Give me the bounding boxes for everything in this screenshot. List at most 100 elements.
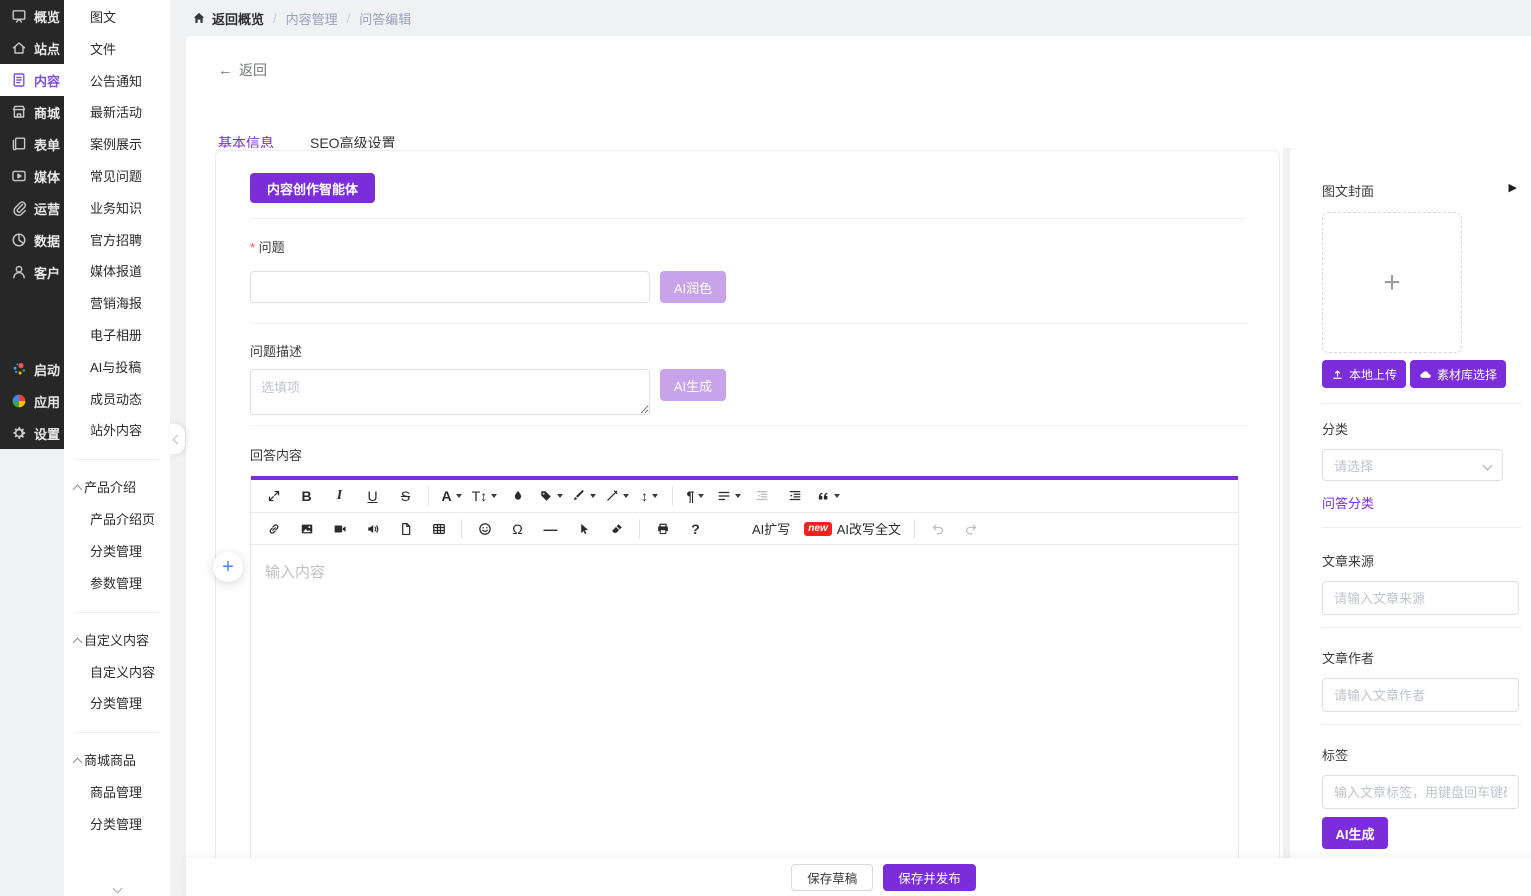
- sidebar-item[interactable]: 站外内容: [64, 415, 170, 447]
- sidebar-item-media[interactable]: 媒体: [0, 160, 64, 192]
- sidebar-item[interactable]: 媒体报道: [64, 256, 170, 288]
- sidebar-item-mall[interactable]: 商城: [0, 96, 64, 128]
- paragraph-icon[interactable]: ¶: [679, 480, 712, 512]
- sidebar-item-launch[interactable]: 启动: [0, 353, 64, 385]
- sidebar-item[interactable]: 业务知识: [64, 193, 170, 225]
- format-clear-icon[interactable]: [600, 480, 633, 512]
- sidebar-item[interactable]: 常见问题: [64, 161, 170, 193]
- sidebar-item[interactable]: 电子相册: [64, 320, 170, 352]
- brush-icon[interactable]: [567, 480, 600, 512]
- emoji-icon[interactable]: [468, 513, 501, 544]
- horizontal-rule-icon[interactable]: —: [534, 513, 567, 544]
- code-view-icon[interactable]: [712, 513, 745, 544]
- sidebar-item[interactable]: 公告通知: [64, 66, 170, 98]
- sidebar-item[interactable]: 分类管理: [64, 536, 170, 568]
- sidebar-item-data[interactable]: 数据: [0, 224, 64, 256]
- sidebar-item-customer[interactable]: 客户: [0, 256, 64, 288]
- sidebar-item[interactable]: 产品介绍页: [64, 504, 170, 536]
- back-button[interactable]: ← 返回: [218, 60, 267, 80]
- save-publish-button[interactable]: 保存并发布: [883, 863, 976, 891]
- sidebar-item[interactable]: 参数管理: [64, 568, 170, 600]
- table-icon[interactable]: [422, 513, 455, 544]
- font-size-icon[interactable]: T↕: [468, 480, 501, 512]
- ai-generate-tags-button[interactable]: AI生成: [1322, 817, 1388, 849]
- caret-down-icon: [833, 494, 840, 498]
- sidebar-item-site[interactable]: 站点: [0, 32, 64, 64]
- strikethrough-icon[interactable]: S: [389, 480, 422, 512]
- content-icon: [11, 72, 27, 88]
- source-input[interactable]: [1322, 581, 1519, 615]
- sidebar-group-header[interactable]: 商城商品: [64, 745, 170, 777]
- tags-input[interactable]: [1322, 775, 1519, 809]
- align-icon[interactable]: [712, 480, 745, 512]
- sidebar-item[interactable]: 案例展示: [64, 129, 170, 161]
- sidebar-collapse-handle[interactable]: [170, 424, 185, 454]
- sidebar-item[interactable]: 分类管理: [64, 809, 170, 841]
- floating-add-button[interactable]: +: [213, 552, 243, 582]
- redo-icon[interactable]: [954, 513, 987, 544]
- sidebar-group-header[interactable]: 自定义内容: [64, 625, 170, 657]
- sidebar-item[interactable]: 商品管理: [64, 777, 170, 809]
- image-icon[interactable]: [290, 513, 323, 544]
- sidebar-item[interactable]: AI与投稿: [64, 352, 170, 384]
- save-draft-button[interactable]: 保存草稿: [791, 863, 874, 891]
- sidebar-item-form[interactable]: 表单: [0, 128, 64, 160]
- ai-polish-button[interactable]: AI润色: [660, 271, 726, 303]
- sidebar-item[interactable]: 文件: [64, 34, 170, 66]
- sidebar-item[interactable]: 图文: [64, 2, 170, 34]
- sidebar-item-operation[interactable]: 运营: [0, 192, 64, 224]
- chevron-down-icon: [112, 883, 122, 894]
- underline-icon[interactable]: U: [356, 480, 389, 512]
- ai-expand-button[interactable]: AI扩写: [745, 513, 797, 544]
- sidebar-item[interactable]: 成员动态: [64, 384, 170, 416]
- special-char-icon[interactable]: Ω: [501, 513, 534, 544]
- breadcrumb-back-overview[interactable]: 返回概览: [212, 9, 264, 28]
- sidebar-item-settings[interactable]: 设置: [0, 417, 64, 449]
- italic-icon[interactable]: I: [323, 480, 356, 512]
- sidebar-item[interactable]: 自定义内容: [64, 657, 170, 689]
- sidebar-item-apps[interactable]: 应用: [0, 385, 64, 417]
- ai-rewrite-button[interactable]: new AI改写全文: [797, 513, 908, 544]
- sidebar-item[interactable]: 营销海报: [64, 288, 170, 320]
- bold-icon[interactable]: B: [290, 480, 323, 512]
- eraser-icon[interactable]: [600, 513, 633, 544]
- highlight-icon[interactable]: [501, 480, 534, 512]
- upload-library-button[interactable]: 素材库选择: [1410, 360, 1507, 388]
- sidebar-item[interactable]: 分类管理: [64, 688, 170, 720]
- select-cursor-icon[interactable]: [567, 513, 600, 544]
- breadcrumb-content-manage[interactable]: 内容管理: [286, 9, 338, 28]
- audio-icon[interactable]: [356, 513, 389, 544]
- tag-style-icon[interactable]: [534, 480, 567, 512]
- description-textarea[interactable]: [250, 369, 650, 415]
- print-icon[interactable]: [646, 513, 679, 544]
- breadcrumb-qa-edit[interactable]: 问答编辑: [359, 9, 411, 28]
- indent-icon[interactable]: [778, 480, 811, 512]
- author-input[interactable]: [1322, 678, 1519, 712]
- line-height-icon[interactable]: ↕: [633, 480, 666, 512]
- editor-content-area[interactable]: 输入内容: [251, 545, 1238, 895]
- outdent-icon[interactable]: [745, 480, 778, 512]
- qa-category-link[interactable]: 问答分类: [1322, 493, 1374, 512]
- video-icon[interactable]: [323, 513, 356, 544]
- category-label: 分类: [1322, 422, 1349, 437]
- sidebar-item-content[interactable]: 内容: [0, 64, 64, 96]
- sidebar-item[interactable]: 官方招聘: [64, 225, 170, 257]
- sidebar-scroll-more[interactable]: [64, 883, 170, 894]
- content-agent-button[interactable]: 内容创作智能体: [250, 173, 376, 203]
- fullscreen-icon[interactable]: [257, 480, 290, 512]
- ai-generate-description-button[interactable]: AI生成: [660, 369, 726, 401]
- sidebar-item-overview[interactable]: 概览: [0, 0, 64, 32]
- sidebar-item[interactable]: 最新活动: [64, 97, 170, 129]
- blockquote-icon[interactable]: [811, 480, 844, 512]
- upload-local-button[interactable]: 本地上传: [1322, 360, 1407, 388]
- cover-expand-triangle-icon[interactable]: ▶: [1509, 181, 1517, 194]
- cover-upload-dropzone[interactable]: +: [1322, 212, 1462, 353]
- link-icon[interactable]: [257, 513, 290, 544]
- file-icon[interactable]: [389, 513, 422, 544]
- help-icon[interactable]: ?: [679, 513, 712, 544]
- category-select[interactable]: 请选择: [1322, 449, 1503, 481]
- font-color-icon[interactable]: A: [435, 480, 468, 512]
- undo-icon[interactable]: [921, 513, 954, 544]
- question-input[interactable]: [250, 271, 650, 303]
- sidebar-group-header[interactable]: 产品介绍: [64, 472, 170, 504]
